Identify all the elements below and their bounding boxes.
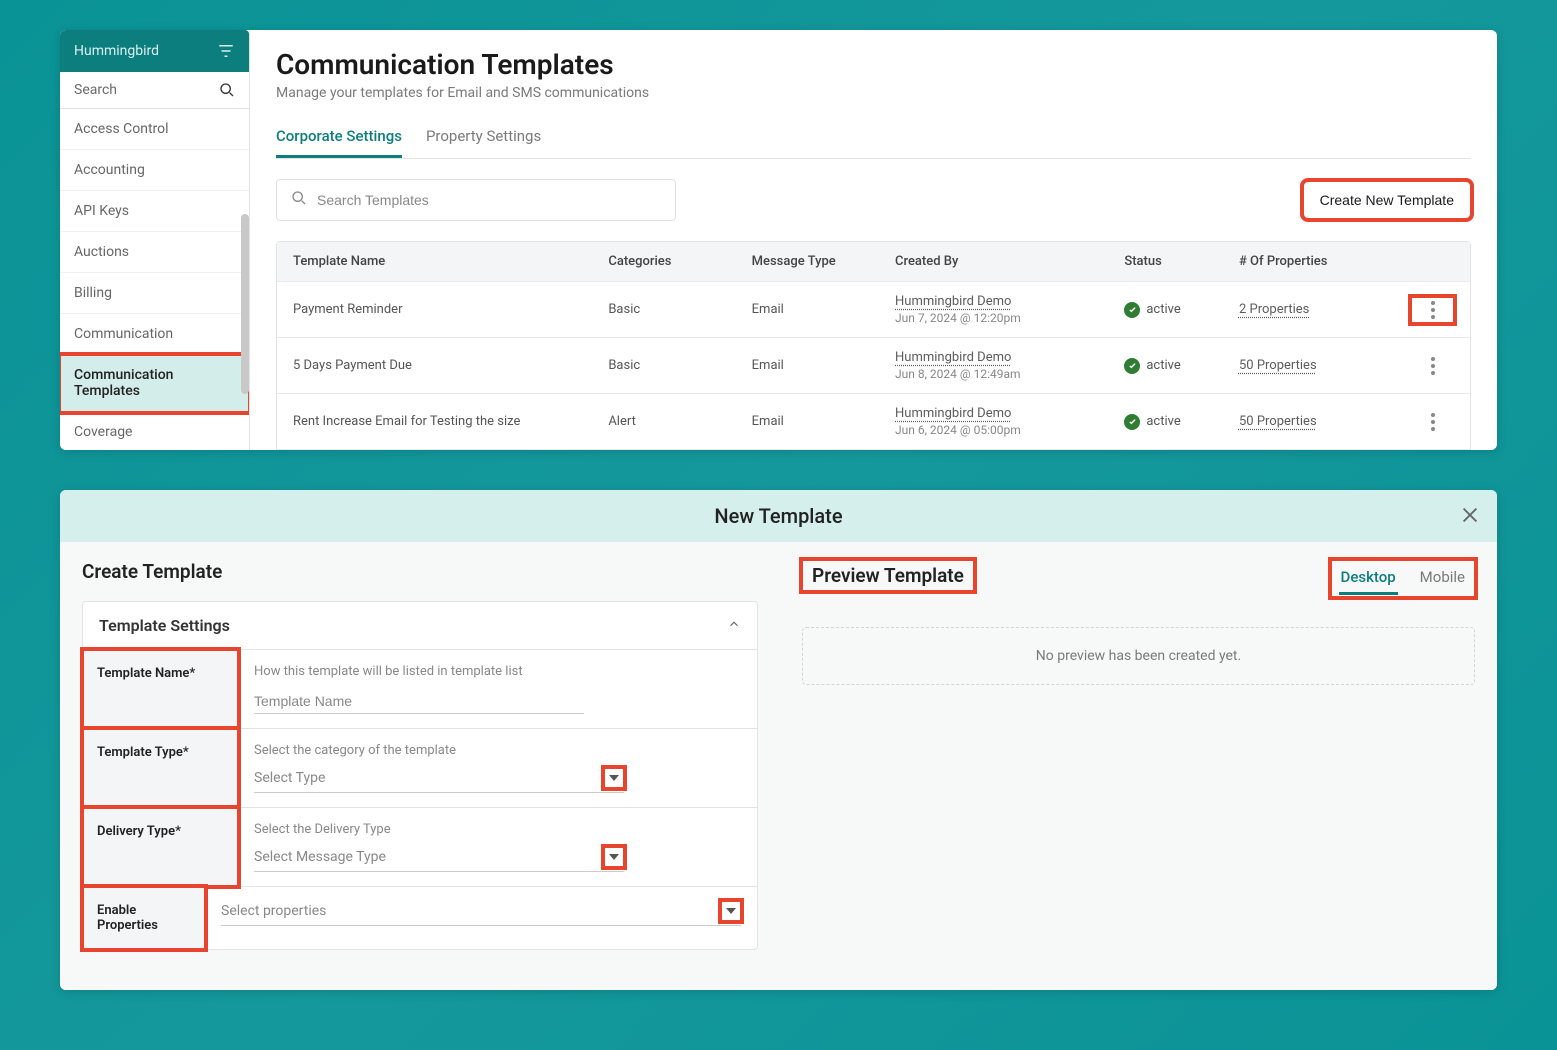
cell-properties[interactable]: 2 Properties [1239, 302, 1411, 317]
sidebar-item-coverage[interactable]: Coverage [60, 412, 249, 450]
cell-created-by: Hummingbird Demo Jun 8, 2024 @ 12:49am [895, 350, 1124, 381]
table-row[interactable]: 5 Days Payment Due Basic Email Hummingbi… [277, 337, 1470, 393]
col-template-name: Template Name [293, 254, 608, 269]
row-actions-menu[interactable] [1411, 409, 1454, 435]
page-title: Communication Templates [276, 48, 1471, 81]
cell-category: Alert [608, 414, 751, 429]
search-icon [291, 190, 307, 210]
hint-template-name: How this template will be listed in temp… [254, 664, 741, 679]
sidebar-item-billing[interactable]: Billing [60, 273, 249, 314]
cell-message-type: Email [752, 414, 895, 429]
sidebar-item-accounting[interactable]: Accounting [60, 150, 249, 191]
select-delivery-type[interactable]: Select Message Type [254, 847, 624, 872]
preview-template-column: Preview Template Desktop Mobile No previ… [780, 542, 1497, 990]
table-row[interactable]: Rent Increase Email for Testing the size… [277, 393, 1470, 449]
check-icon [1124, 358, 1140, 374]
cell-created-by: Hummingbird Demo Jun 6, 2024 @ 05:00pm [895, 406, 1124, 437]
setting-delivery-type: Delivery Type* Select the Delivery Type … [83, 807, 757, 886]
label-enable-properties: Enable Properties [83, 887, 205, 949]
col-num-properties: # Of Properties [1239, 254, 1411, 269]
table-row[interactable]: Sms template Delinquency SMS Hummingbird… [277, 449, 1470, 450]
new-template-modal: New Template Create Template Template Se… [60, 490, 1497, 990]
sidebar-items: Access Control Accounting API Keys Aucti… [60, 109, 249, 450]
row-actions-menu[interactable] [1411, 297, 1454, 323]
sidebar-scrollbar[interactable] [241, 214, 249, 394]
cell-properties[interactable]: 50 Properties [1239, 414, 1411, 429]
chevron-up-icon [727, 616, 741, 635]
modal-header: New Template [60, 490, 1497, 542]
table-header-row: Template Name Categories Message Type Cr… [277, 242, 1470, 281]
sidebar: Hummingbird Search Access Control Accoun… [60, 30, 250, 450]
table-row[interactable]: Payment Reminder Basic Email Hummingbird… [277, 281, 1470, 337]
search-templates-input[interactable] [317, 192, 661, 208]
sidebar-item-communication[interactable]: Communication [60, 314, 249, 355]
caret-down-icon[interactable] [604, 847, 624, 867]
tab-property-settings[interactable]: Property Settings [426, 117, 541, 158]
cell-status: active [1124, 302, 1239, 318]
check-icon [1124, 302, 1140, 318]
preview-tabs: Desktop Mobile [1331, 560, 1475, 597]
sidebar-item-communication-templates[interactable]: Communication Templates [60, 355, 249, 412]
label-delivery-type: Delivery Type* [83, 808, 238, 886]
search-templates[interactable] [276, 179, 676, 221]
page-subtitle: Manage your templates for Email and SMS … [276, 85, 1471, 101]
input-template-name[interactable] [254, 689, 584, 714]
search-icon [219, 82, 235, 98]
cell-category: Basic [608, 358, 751, 373]
main-content: Communication Templates Manage your temp… [250, 30, 1497, 450]
sidebar-search-placeholder: Search [74, 82, 117, 98]
col-created-by: Created By [895, 254, 1124, 269]
hint-template-type: Select the category of the template [254, 743, 741, 758]
sidebar-item-auctions[interactable]: Auctions [60, 232, 249, 273]
cell-status: active [1124, 358, 1239, 374]
create-template-column: Create Template Template Settings Templa… [60, 542, 780, 990]
cell-message-type: Email [752, 302, 895, 317]
modal-title: New Template [714, 504, 842, 528]
hint-delivery-type: Select the Delivery Type [254, 822, 741, 837]
close-icon[interactable] [1459, 504, 1481, 530]
cell-properties[interactable]: 50 Properties [1239, 358, 1411, 373]
check-icon [1124, 414, 1140, 430]
cell-name: Payment Reminder [293, 302, 608, 317]
preview-tab-mobile[interactable]: Mobile [1418, 562, 1467, 595]
cell-status: active [1124, 414, 1239, 430]
col-message-type: Message Type [752, 254, 895, 269]
cell-name: Rent Increase Email for Testing the size [293, 414, 608, 429]
col-categories: Categories [608, 254, 751, 269]
template-settings-header[interactable]: Template Settings [83, 602, 757, 649]
sidebar-brand-header[interactable]: Hummingbird [60, 30, 249, 72]
row-actions-menu[interactable] [1411, 353, 1454, 379]
preview-template-heading: Preview Template [802, 560, 974, 591]
templates-table: Template Name Categories Message Type Cr… [276, 241, 1471, 450]
setting-template-name: Template Name* How this template will be… [83, 649, 757, 728]
select-enable-properties[interactable]: Select properties [221, 901, 741, 926]
sidebar-search[interactable]: Search [60, 72, 249, 109]
settings-tabs: Corporate Settings Property Settings [276, 117, 1471, 159]
template-settings-card: Template Settings Template Name* How thi… [82, 601, 758, 950]
select-template-type[interactable]: Select Type [254, 768, 624, 793]
col-status: Status [1124, 254, 1239, 269]
create-new-template-button[interactable]: Create New Template [1303, 181, 1471, 219]
create-template-heading: Create Template [82, 560, 758, 583]
label-template-type: Template Type* [83, 729, 238, 807]
cell-message-type: Email [752, 358, 895, 373]
filter-icon[interactable] [217, 42, 235, 60]
cell-created-by: Hummingbird Demo Jun 7, 2024 @ 12:20pm [895, 294, 1124, 325]
preview-tab-desktop[interactable]: Desktop [1339, 562, 1398, 595]
caret-down-icon[interactable] [721, 901, 741, 921]
sidebar-brand: Hummingbird [74, 43, 159, 59]
cell-name: 5 Days Payment Due [293, 358, 608, 373]
sidebar-item-access-control[interactable]: Access Control [60, 109, 249, 150]
caret-down-icon[interactable] [604, 768, 624, 788]
sidebar-item-api-keys[interactable]: API Keys [60, 191, 249, 232]
preview-empty-state: No preview has been created yet. [802, 627, 1475, 685]
setting-template-type: Template Type* Select the category of th… [83, 728, 757, 807]
label-template-name: Template Name* [83, 650, 238, 728]
cell-category: Basic [608, 302, 751, 317]
setting-enable-properties: Enable Properties Select properties [83, 886, 757, 949]
tab-corporate-settings[interactable]: Corporate Settings [276, 117, 402, 158]
